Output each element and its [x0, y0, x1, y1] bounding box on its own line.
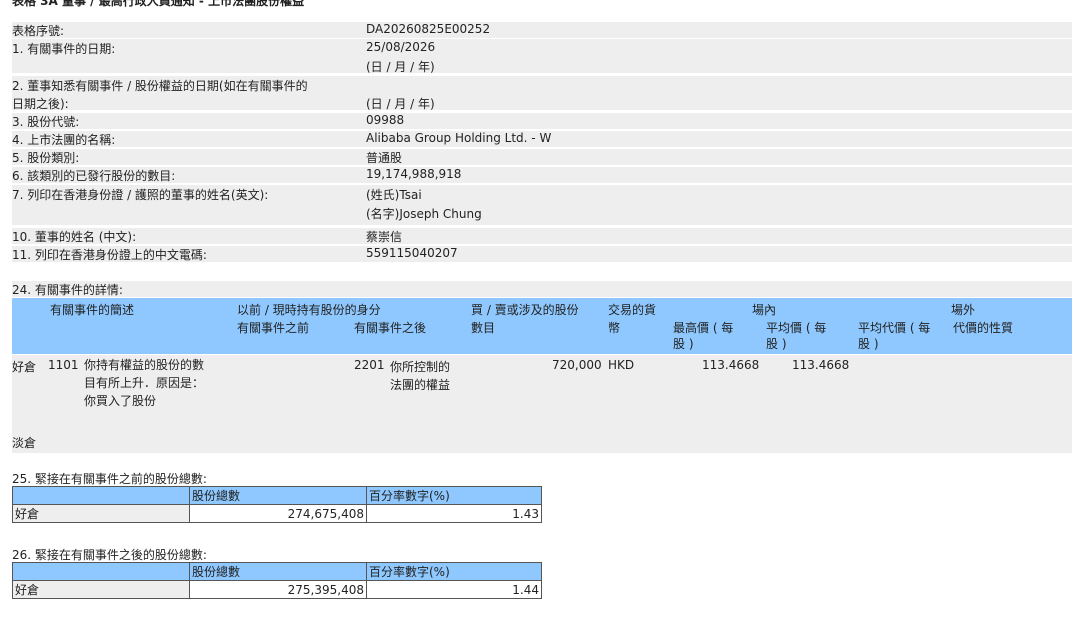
form-row-telecode: 11. 列印在香港身份證上的中文電碼: 559115040207 [12, 246, 1072, 262]
form-row-issued-shares: 6. 該類別的已發行股份的數目: 19,174,988,918 [12, 167, 1072, 183]
before-totals-section: 25. 緊接在有關事件之前的股份總數: [12, 470, 1072, 486]
surname-value: (姓氏)Tsai [366, 188, 422, 202]
before-col-pct: 百分率數字(%) [366, 486, 542, 505]
name-cn-value: 蔡崇信 [366, 230, 403, 244]
details-section-label: 24. 有關事件的詳情: [12, 283, 123, 297]
header-high-line2: 股 ) [673, 337, 694, 351]
serial-label: 表格序號: [12, 24, 65, 38]
header-shares-line1: 買 / 賣或涉及的股份 [471, 303, 579, 317]
telecode-label: 11. 列印在香港身份證上的中文電碼: [12, 248, 207, 262]
event-date-label: 1. 有關事件的日期: [12, 42, 116, 56]
details-table-header: 有關事件的簡述 以前 / 現時持有股份的身分 有關事件之前 有關事件之後 買 /… [12, 298, 1072, 354]
before-col-total: 股份總數 [189, 486, 367, 505]
aware-date-format: (日 / 月 / 年) [366, 97, 435, 111]
long-before-code: 1101 [48, 358, 79, 372]
stock-code-label: 3. 股份代號: [12, 115, 80, 129]
before-total-value: 274,675,408 [189, 504, 367, 523]
form-row-corp-name: 4. 上市法團的名稱: Alibaba Group Holding Ltd. -… [12, 131, 1072, 147]
long-desc-line2: 目有所上升．原因是： [84, 376, 205, 390]
after-col-pct: 百分率數字(%) [366, 562, 542, 581]
corp-name-label: 4. 上市法團的名稱: [12, 133, 116, 147]
long-position-label: 好倉 [12, 360, 37, 374]
short-position-label: 淡倉 [12, 436, 37, 450]
long-desc-line1: 你持有權益的股份的數 [84, 358, 205, 372]
before-pct-value: 1.43 [366, 504, 542, 523]
header-avg-line2: 股 ) [766, 337, 787, 351]
header-avgcons-line1: 平均代價 ( 每 [858, 321, 931, 335]
after-row-label: 好倉 [12, 580, 190, 599]
name-cn-label: 10. 董事的姓名 (中文): [12, 230, 137, 244]
header-desc: 有關事件的簡述 [50, 303, 135, 317]
long-after-code: 2201 [354, 358, 385, 372]
header-currency-line2: 幣 [608, 321, 621, 335]
header-after: 有關事件之後 [354, 321, 427, 335]
header-currency-line1: 交易的貨 [608, 303, 657, 317]
header-shares-line2: 數目 [471, 321, 496, 335]
header-high-line1: 最高價 ( 每 [673, 321, 734, 335]
event-date-format: (日 / 月 / 年) [366, 60, 435, 74]
before-totals-table: 股份總數 百分率數字(%) 好倉 274,675,408 1.43 [12, 486, 542, 523]
after-totals-table: 股份總數 百分率數字(%) 好倉 275,395,408 1.44 [12, 562, 542, 599]
after-pct-value: 1.44 [366, 580, 542, 599]
after-col-total: 股份總數 [189, 562, 367, 581]
issued-shares-label: 6. 該類別的已發行股份的數目: [12, 169, 176, 183]
before-totals-label: 25. 緊接在有關事件之前的股份總數: [12, 472, 207, 486]
serial-value: DA20260825E00252 [366, 22, 491, 36]
long-avg-price: 113.4668 [792, 358, 850, 372]
after-totals-section: 26. 緊接在有關事件之後的股份總數: [12, 546, 1072, 562]
long-desc-line3: 你買入了股份 [84, 394, 157, 408]
aware-date-label-line2: 日期之後): [12, 97, 69, 111]
before-row-label: 好倉 [12, 504, 190, 523]
share-class-value: 普通股 [366, 151, 403, 165]
header-before: 有關事件之前 [237, 321, 310, 335]
long-after-line2: 法團的權益 [390, 378, 451, 392]
form-row-stock-code: 3. 股份代號: 09988 [12, 113, 1072, 129]
header-nature: 代價的性質 [953, 321, 1014, 335]
long-currency-value: HKD [608, 358, 635, 372]
long-after-line1: 你所控制的 [390, 360, 451, 374]
details-section-label-row: 24. 有關事件的詳情: [12, 281, 1072, 297]
given-name-value: (名字)Joseph Chung [366, 207, 482, 221]
long-high-price: 113.4668 [702, 358, 760, 372]
after-total-value: 275,395,408 [189, 580, 367, 599]
details-long-row: 好倉 1101 你持有權益的股份的數 目有所上升．原因是： 你買入了股份 220… [12, 355, 1072, 453]
header-avg-line1: 平均價 ( 每 [766, 321, 827, 335]
aware-date-label-line1: 2. 董事知悉有關事件 / 股份權益的日期(如在有關事件的 [12, 79, 308, 93]
name-en-label: 7. 列印在香港身份證 / 護照的董事的姓名(英文): [12, 188, 269, 202]
telecode-value: 559115040207 [366, 246, 458, 260]
event-date-value: 25/08/2026 [366, 40, 436, 54]
form-row-name-cn: 10. 董事的姓名 (中文): 蔡崇信 [12, 228, 1072, 244]
form-row-share-class: 5. 股份類別: 普通股 [12, 149, 1072, 165]
after-totals-label: 26. 緊接在有關事件之後的股份總數: [12, 548, 207, 562]
issued-shares-value: 19,174,988,918 [366, 167, 462, 181]
form-row-event-date: 1. 有關事件的日期: 25/08/2026 (日 / 月 / 年) [12, 39, 1072, 74]
form-row-serial: 表格序號: DA20260825E00252 [12, 22, 1072, 38]
share-class-label: 5. 股份類別: [12, 151, 80, 165]
form-heading: 表格 3A 董事 / 最高行政人員通知 - 上市法團股份權益 [12, 0, 305, 8]
stock-code-value: 09988 [366, 113, 405, 127]
long-shares-value: 720,000 [552, 358, 602, 372]
header-capacity: 以前 / 現時持有股份的身分 [237, 303, 381, 317]
header-avgcons-line2: 股 ) [858, 337, 879, 351]
header-offexchange: 場外 [951, 303, 976, 317]
form-row-aware-date: 2. 董事知悉有關事件 / 股份權益的日期(如在有關事件的 日期之後): (日 … [12, 76, 1072, 111]
header-onexchange: 場內 [752, 303, 777, 317]
corp-name-value: Alibaba Group Holding Ltd. - W [366, 131, 552, 145]
form-row-name-en: 7. 列印在香港身份證 / 護照的董事的姓名(英文): (姓氏)Tsai (名字… [12, 185, 1072, 225]
